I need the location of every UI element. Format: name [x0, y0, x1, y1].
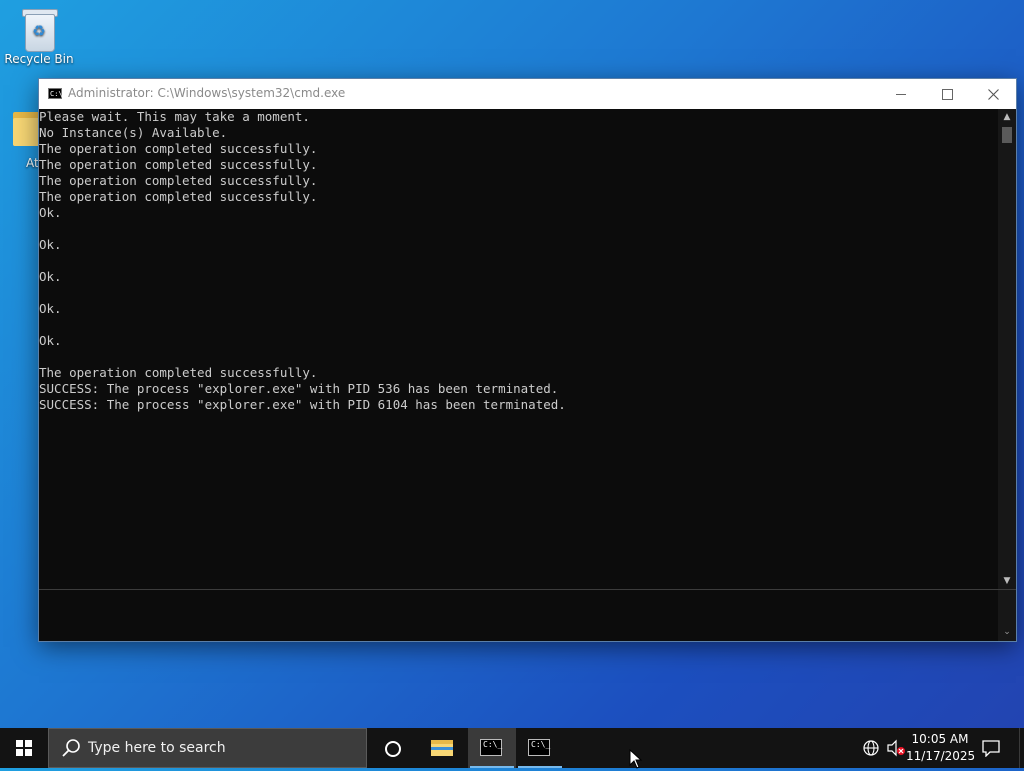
close-button[interactable] — [970, 79, 1016, 109]
console-line: Ok. — [39, 237, 62, 252]
taskbar-search-box[interactable]: Type here to search — [48, 728, 367, 768]
taskbar-cmd-window-1[interactable]: C:\_ — [468, 728, 516, 768]
console-line: SUCCESS: The process "explorer.exe" with… — [39, 397, 566, 412]
scrollbar-thumb[interactable] — [1002, 127, 1012, 143]
console-output[interactable]: Please wait. This may take a moment. No I… — [39, 109, 998, 589]
console-line: No Instance(s) Available. — [39, 125, 228, 140]
windows-logo-icon — [16, 740, 32, 756]
console-line: The operation completed successfully. — [39, 141, 318, 156]
system-clock[interactable]: 10:05 AM 11/17/2025 — [906, 731, 976, 771]
search-placeholder: Type here to search — [88, 740, 226, 756]
console-line: Ok. — [39, 301, 62, 316]
cortana-icon — [385, 741, 401, 757]
taskbar: Type here to search C:\_ C:\_ 10:05 AM 1… — [0, 728, 1024, 768]
minimize-button[interactable] — [878, 79, 924, 109]
console-line: SUCCESS: The process "explorer.exe" with… — [39, 381, 559, 396]
start-button[interactable] — [0, 728, 48, 768]
cmd-window: C:\ Administrator: C:\Windows\system32\c… — [39, 79, 1016, 641]
file-explorer-button[interactable] — [418, 728, 466, 768]
search-icon — [62, 739, 80, 757]
volume-muted-icon[interactable] — [886, 739, 906, 757]
console-scrollbar[interactable]: ▲ ▼ — [998, 109, 1016, 589]
clock-date: 11/17/2025 — [906, 749, 976, 763]
scroll-down-icon[interactable]: ▼ — [998, 573, 1016, 589]
mouse-cursor-icon — [629, 749, 643, 769]
show-desktop-button[interactable] — [1019, 728, 1024, 768]
taskbar-cmd-window-2[interactable]: C:\_ — [516, 728, 564, 768]
console-line: Ok. — [39, 205, 62, 220]
clock-time: 10:05 AM — [911, 732, 969, 746]
recycle-bin-label: Recycle Bin — [4, 52, 74, 66]
console-line: The operation completed successfully. — [39, 189, 318, 204]
console-line: Please wait. This may take a moment. — [39, 109, 310, 124]
cortana-button[interactable] — [368, 728, 416, 768]
window-titlebar[interactable]: C:\ Administrator: C:\Windows\system32\c… — [39, 79, 1016, 109]
lower-pane-scrollbar[interactable]: ⌄ — [998, 590, 1016, 641]
notification-center-icon[interactable] — [980, 739, 1002, 757]
scroll-up-icon[interactable]: ▲ — [998, 109, 1016, 125]
cmd-icon: C:\_ — [528, 739, 550, 756]
console-line: Ok. — [39, 269, 62, 284]
console-lower-pane[interactable] — [39, 590, 998, 641]
cmd-app-icon: C:\ — [48, 88, 63, 99]
close-icon — [987, 88, 999, 100]
console-line: Ok. — [39, 333, 62, 348]
recycle-bin-icon: ♻ — [19, 6, 59, 52]
console-line: The operation completed successfully. — [39, 365, 318, 380]
minimize-icon — [896, 93, 906, 95]
console-line: The operation completed successfully. — [39, 173, 318, 188]
console-line: The operation completed successfully. — [39, 157, 318, 172]
desktop-folder-label: At — [26, 156, 39, 170]
network-globe-icon[interactable] — [862, 739, 880, 757]
window-title: Administrator: C:\Windows\system32\cmd.e… — [68, 86, 346, 100]
maximize-button[interactable] — [924, 79, 970, 109]
maximize-icon — [941, 88, 953, 100]
cmd-icon: C:\_ — [480, 739, 502, 756]
recycle-bin-shortcut[interactable]: ♻ Recycle Bin — [3, 6, 75, 66]
chevron-down-icon[interactable]: ⌄ — [998, 625, 1016, 639]
